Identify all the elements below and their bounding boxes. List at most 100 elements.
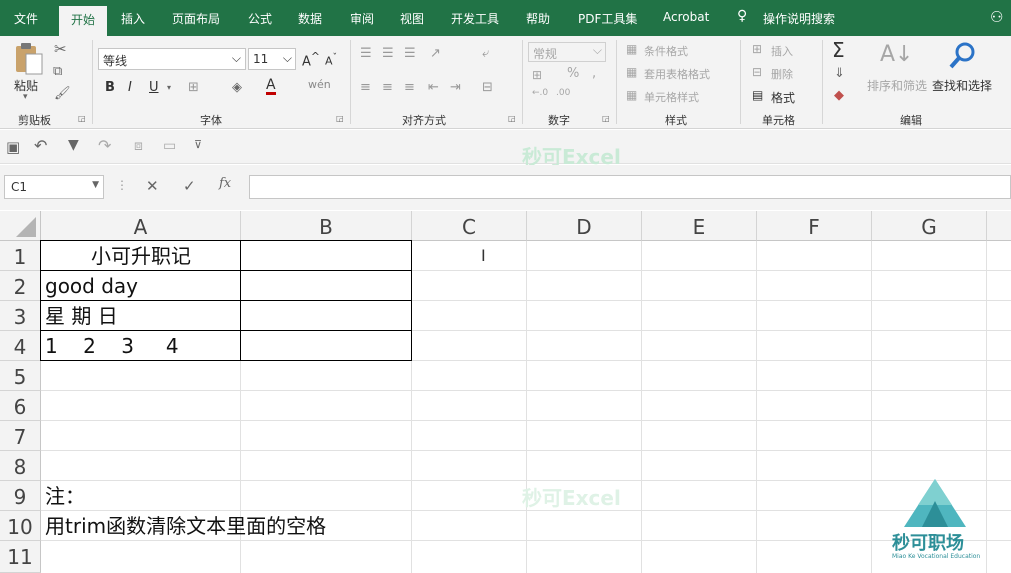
tell-me-search[interactable]: 操作说明搜索 [763, 10, 835, 36]
cell-a3[interactable]: 星 期 日 [45, 301, 118, 331]
search-icon[interactable] [948, 40, 978, 70]
decrease-decimal-icon[interactable]: .00 [556, 88, 570, 98]
font-size-select[interactable]: 11 ⌵ [248, 48, 296, 70]
insert-function-icon[interactable]: fx [219, 176, 231, 191]
row-header-8[interactable]: 8 [0, 451, 41, 481]
tab-data[interactable]: 数据 [298, 10, 322, 36]
row-header-10[interactable]: 10 [0, 511, 41, 541]
tab-help[interactable]: 帮助 [526, 10, 550, 36]
dialog-launcher-icon[interactable]: ◲ [602, 114, 610, 123]
column-header-d[interactable]: D [527, 211, 642, 241]
tab-page-layout[interactable]: 页面布局 [172, 10, 220, 36]
align-center-icon[interactable]: ≡ [382, 80, 393, 95]
autosum-icon[interactable]: Σ [832, 38, 845, 62]
tab-view[interactable]: 视图 [400, 10, 424, 36]
column-header-b[interactable]: B [241, 211, 412, 241]
format-button[interactable]: 格式 [771, 89, 795, 106]
tab-home[interactable]: 开始 [59, 6, 107, 36]
increase-indent-icon[interactable]: ⇥ [450, 80, 461, 95]
orientation-icon[interactable]: ↗ [430, 46, 441, 61]
column-header-h[interactable] [987, 211, 1011, 241]
fill-icon[interactable]: ⇓ [834, 66, 845, 81]
name-box[interactable]: C1 ▼ [4, 175, 104, 199]
format-as-table-button[interactable]: 套用表格格式 [644, 66, 710, 82]
decrease-font-icon[interactable]: Aˇ [325, 52, 337, 68]
save-icon[interactable]: ▣ [6, 138, 20, 156]
column-header-g[interactable]: G [872, 211, 987, 241]
increase-decimal-icon[interactable]: ←.0 [532, 88, 548, 98]
tab-acrobat[interactable]: Acrobat [663, 10, 709, 36]
redo-icon[interactable]: ↷ [98, 136, 111, 155]
align-middle-icon[interactable]: ☰ [382, 46, 394, 61]
dialog-launcher-icon[interactable]: ◲ [336, 114, 344, 123]
wrap-text-icon[interactable]: ⤶ [482, 46, 489, 61]
number-format-select[interactable]: 常规 ⌵ [528, 42, 606, 62]
formula-input[interactable] [249, 175, 1011, 199]
row-header-4[interactable]: 4 [0, 331, 41, 361]
clear-icon[interactable]: ◆ [834, 88, 844, 103]
bold-icon[interactable]: B [105, 80, 115, 95]
align-bottom-icon[interactable]: ☰ [404, 46, 416, 61]
row-header-5[interactable]: 5 [0, 361, 41, 391]
row-header-2[interactable]: 2 [0, 271, 41, 301]
select-all-corner[interactable] [0, 211, 41, 241]
chevron-down-icon[interactable]: ▾ [167, 83, 171, 92]
conditional-format-button[interactable]: 条件格式 [644, 43, 688, 59]
sort-filter-button[interactable]: 排序和筛选 [867, 77, 927, 94]
form-icon[interactable]: ▭ [163, 138, 176, 154]
dialog-launcher-icon[interactable]: ◲ [508, 114, 516, 123]
row-header-6[interactable]: 6 [0, 391, 41, 421]
cell-a2[interactable]: good day [45, 271, 138, 301]
customize-qat-icon[interactable]: ⊽ [194, 138, 202, 151]
merge-center-icon[interactable]: ⊟ [482, 80, 493, 95]
cut-icon[interactable]: ✂ [54, 40, 67, 58]
dialog-launcher-icon[interactable]: ◲ [78, 114, 86, 123]
align-top-icon[interactable]: ☰ [360, 46, 372, 61]
filter-icon[interactable]: ▼ [68, 137, 79, 153]
screenshot-icon[interactable]: ⧈ [134, 138, 143, 154]
row-header-11[interactable]: 11 [0, 541, 41, 573]
enter-icon[interactable]: ✓ [183, 177, 196, 195]
currency-icon[interactable]: ⊞ [532, 68, 542, 82]
tab-developer[interactable]: 开发工具 [451, 10, 499, 36]
cell-a4[interactable]: 1 2 3 4 [45, 331, 179, 361]
column-header-e[interactable]: E [642, 211, 757, 241]
row-header-1[interactable]: 1 [0, 241, 41, 271]
cell-a9[interactable]: 注： [45, 481, 85, 511]
tab-pdf-tools[interactable]: PDF工具集 [578, 10, 637, 36]
row-header-9[interactable]: 9 [0, 481, 41, 511]
insert-button[interactable]: 插入 [771, 43, 793, 59]
comma-icon[interactable]: , [592, 66, 596, 81]
cell-styles-button[interactable]: 单元格样式 [644, 89, 699, 105]
increase-font-icon[interactable]: A^ [302, 50, 320, 69]
format-painter-icon[interactable]: 🖌 [54, 86, 71, 101]
cell-a10[interactable]: 用trim函数清除文本里面的空格 [45, 511, 326, 541]
cell-a1[interactable]: 小可升职记 [41, 241, 241, 271]
cancel-icon[interactable]: ✕ [146, 177, 159, 195]
font-name-select[interactable]: 等线 ⌵ [98, 48, 246, 70]
paste-icon[interactable] [12, 42, 44, 76]
copy-icon[interactable]: ⧉ [53, 64, 62, 79]
row-header-7[interactable]: 7 [0, 421, 41, 451]
phonetic-icon[interactable]: wén [308, 78, 331, 91]
tab-formulas[interactable]: 公式 [248, 10, 272, 36]
find-select-button[interactable]: 查找和选择 [932, 77, 992, 94]
row-header-3[interactable]: 3 [0, 301, 41, 331]
column-header-c[interactable]: C [412, 211, 527, 241]
tab-review[interactable]: 审阅 [350, 10, 374, 36]
border-icon[interactable]: ⊞ [188, 80, 199, 95]
tab-file[interactable]: 文件 [14, 10, 38, 36]
align-left-icon[interactable]: ≡ [360, 80, 371, 95]
chevron-down-icon[interactable]: ▾ [23, 92, 28, 102]
fill-color-icon[interactable]: ◈ [232, 80, 242, 95]
tab-insert[interactable]: 插入 [121, 10, 145, 36]
user-icon[interactable]: ⚇ [990, 8, 1003, 34]
underline-icon[interactable]: U [149, 80, 159, 95]
column-header-f[interactable]: F [757, 211, 872, 241]
font-color-icon[interactable]: A [266, 78, 276, 95]
italic-icon[interactable]: I [128, 80, 132, 95]
undo-icon[interactable]: ↶ [34, 136, 47, 155]
column-header-a[interactable]: A [41, 211, 241, 241]
percent-icon[interactable]: % [567, 66, 579, 81]
align-right-icon[interactable]: ≡ [404, 80, 415, 95]
